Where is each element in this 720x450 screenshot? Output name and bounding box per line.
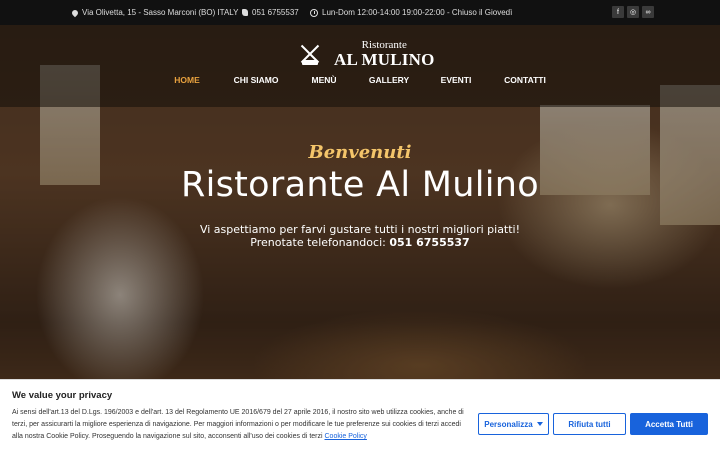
main-nav: HOME CHI SIAMO MENÙ GALLERY EVENTI CONTA… [0,75,720,85]
instagram-icon[interactable]: ◎ [627,6,639,18]
nav-menu[interactable]: MENÙ [311,75,336,85]
tripadvisor-icon[interactable]: ∞ [642,6,654,18]
nav-home[interactable]: HOME [174,75,200,85]
hours-text: Lun-Dom 12:00-14:00 19:00-22:00 - Chiuso… [322,8,513,17]
caret-down-icon [536,422,543,426]
booking-phone[interactable]: 051 6755537 [389,236,469,249]
cookie-text: Ai sensi dell'art.13 del D.Lgs. 196/2003… [12,407,472,443]
logo-big-text: AL MULINO [334,50,435,69]
nav-eventi[interactable]: EVENTI [441,75,472,85]
map-pin-icon [70,8,80,17]
facebook-icon[interactable]: f [612,6,624,18]
reject-all-button[interactable]: Rifiuta tutti [553,413,626,435]
customize-button[interactable]: Personalizza [478,413,549,435]
hero-welcome: Benvenuti [308,142,412,163]
accept-all-button[interactable]: Accetta Tutti [630,413,708,435]
hero-subtitle: Vi aspettiamo per farvi gustare tutti i … [199,223,521,236]
phone-text[interactable]: 051 6755537 [252,8,299,17]
cookie-banner: We value your privacy Ai sensi dell'art.… [0,379,720,450]
booking-prefix: Prenotate telefonandoci: [250,236,390,249]
nav-gallery[interactable]: GALLERY [369,75,409,85]
site-logo[interactable]: Ristorante AL MULINO [298,40,435,68]
hours-info: Lun-Dom 12:00-14:00 19:00-22:00 - Chiuso… [310,0,512,25]
hero-title: Ristorante Al Mulino [180,165,540,205]
cookie-body: Ai sensi dell'art.13 del D.Lgs. 196/2003… [12,409,464,440]
site-header: Ristorante AL MULINO [0,25,720,107]
phone-info[interactable]: 051 6755537 [242,0,299,25]
address-info: Via Olivetta, 15 - Sasso Marconi (BO) IT… [70,0,239,25]
phone-icon [242,9,248,16]
cookie-policy-link[interactable]: Cookie Policy [325,433,367,440]
hero-booking-line: Prenotate telefonandoci: 051 6755537 [0,236,720,249]
clock-icon [310,8,318,17]
windmill-icon [298,42,322,66]
cookie-title: We value your privacy [12,390,113,401]
customize-label: Personalizza [484,419,533,429]
social-links: f ◎ ∞ [612,6,654,18]
address-text: Via Olivetta, 15 - Sasso Marconi (BO) IT… [82,8,239,17]
top-info-bar: Via Olivetta, 15 - Sasso Marconi (BO) IT… [0,0,720,25]
nav-chi-siamo[interactable]: CHI SIAMO [234,75,279,85]
nav-contatti[interactable]: CONTATTI [504,75,546,85]
